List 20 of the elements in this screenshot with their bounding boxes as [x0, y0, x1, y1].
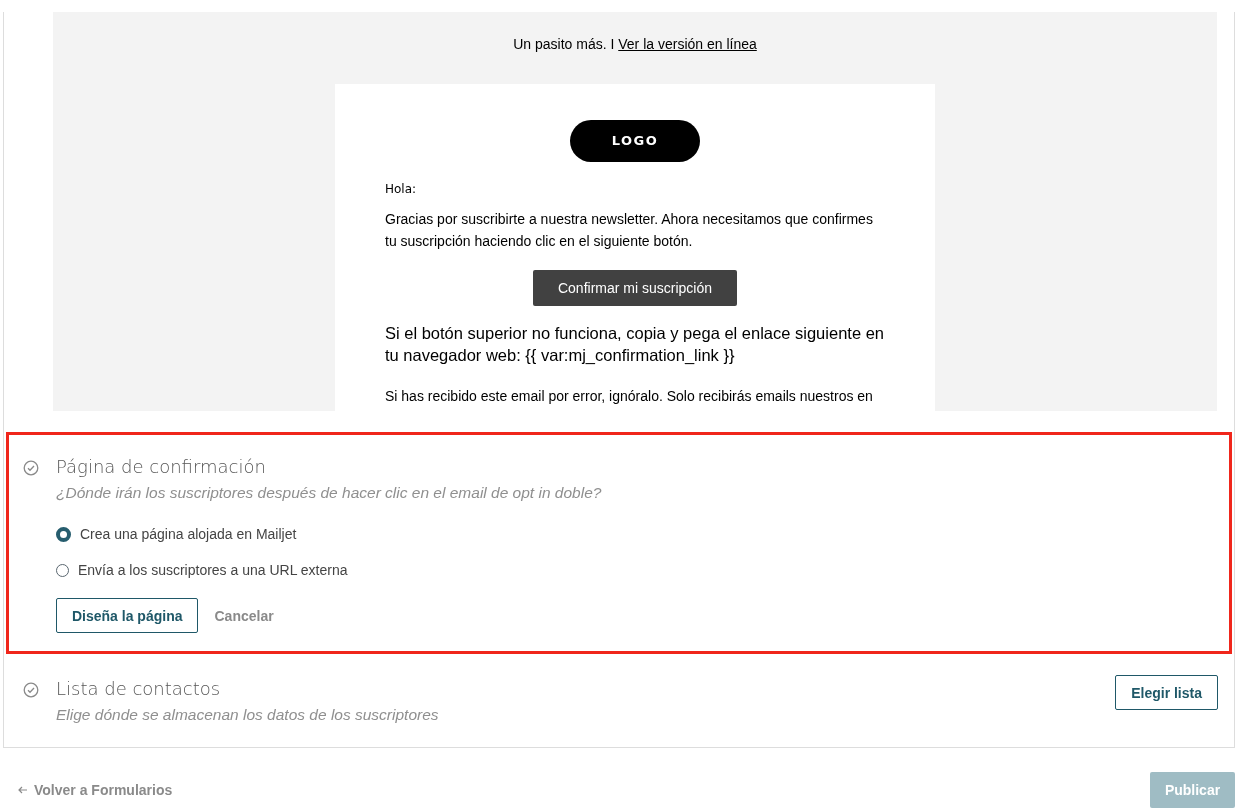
- disclaimer-text: Si has recibido este email por error, ignóralo. Solo recibirás emails nuestros en: [385, 388, 874, 404]
- confirm-subscription-button[interactable]: Confirmar mi suscripción: [533, 270, 737, 306]
- preheader-text: Un pasito más. I: [513, 36, 615, 52]
- check-circle-icon: [23, 682, 39, 698]
- fallback-paragraph: Si el botón superior no funciona, copia y pega el enlace siguiente en tu navegador web: {{ var:mj_confirmation_link }}: [385, 323, 885, 366]
- radio-option[interactable]: Crea una página alojada en Mailjet: [56, 516, 1218, 552]
- intro-paragraph: Gracias por suscribirte a nuestra newsletter. Ahora necesitamos que confirmes tu suscripción haciendo clic en el siguiente botón.: [385, 210, 874, 251]
- section-subtitle: Elige dónde se almacenan los datos de los suscriptores: [56, 706, 440, 724]
- arrow-left-icon: [18, 786, 27, 794]
- radio-option[interactable]: Envía a los suscriptores a una URL externa: [56, 552, 1218, 588]
- radio-button[interactable]: [56, 526, 71, 542]
- section-subtitle: ¿Dónde irán los suscriptores después de hacer clic en el email de opt in doble?: [56, 484, 603, 502]
- section-title: Lista de contactos: [56, 678, 222, 699]
- online-version-link[interactable]: Ver la versión en línea: [618, 36, 757, 52]
- design-page-button[interactable]: Diseña la página: [56, 598, 199, 633]
- logo-badge: LOGO: [570, 120, 700, 162]
- choose-list-button[interactable]: Elegir lista: [1115, 675, 1218, 710]
- section-title: Página de confirmación: [56, 456, 267, 477]
- check-circle-icon: [23, 460, 39, 476]
- greeting-text: Hola:: [385, 182, 418, 196]
